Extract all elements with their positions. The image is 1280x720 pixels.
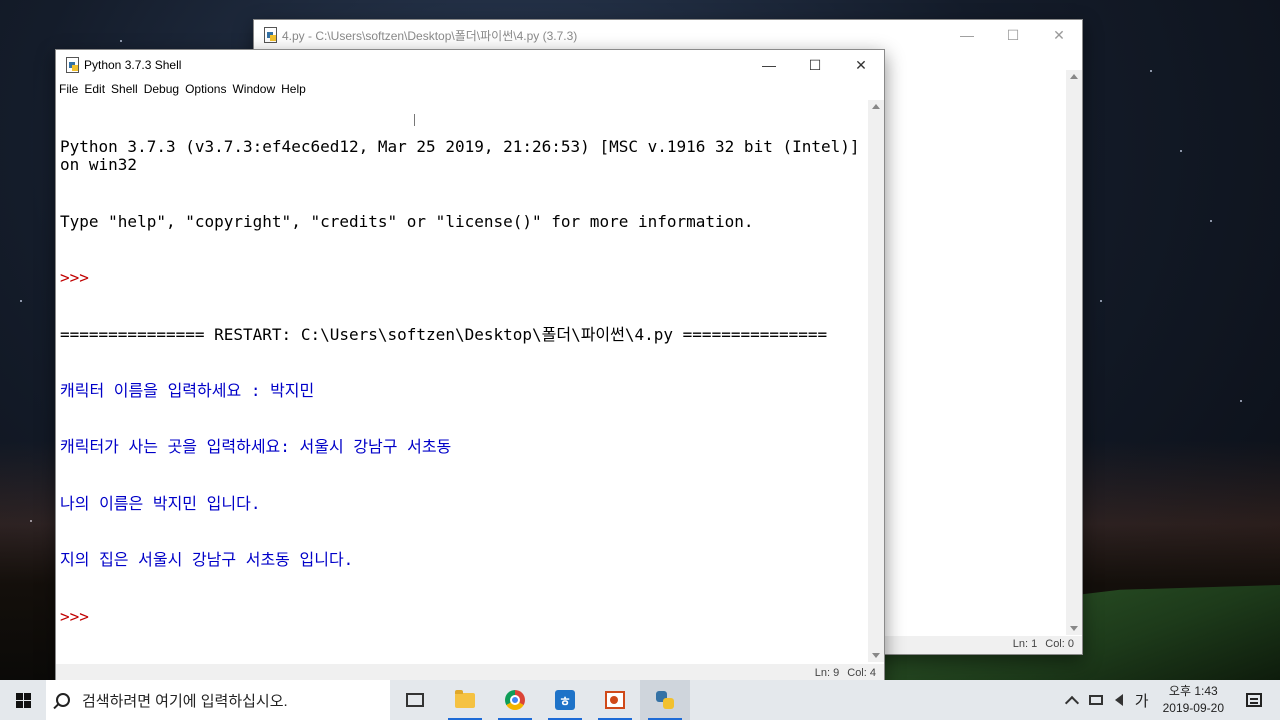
python-file-icon [64, 57, 80, 73]
editor-status-col: Col: 0 [1045, 638, 1074, 650]
shell-prompt: >>> [60, 268, 99, 288]
python-file-icon [262, 27, 278, 43]
scroll-down-icon[interactable] [1070, 626, 1078, 631]
start-button[interactable] [0, 680, 46, 720]
shell-prompt[interactable]: >>> [60, 607, 864, 627]
shell-line: 캐릭터 이름을 입력하세요 : 박지민 [60, 380, 315, 400]
task-view-icon [406, 693, 424, 707]
task-view-button[interactable] [390, 680, 440, 720]
shell-line: 나의 이름은 박지민 입니다. [60, 493, 261, 513]
menu-shell[interactable]: Shell [108, 80, 141, 100]
ime-indicator[interactable]: 가 [1135, 690, 1149, 711]
chrome-icon [505, 690, 525, 710]
editor-title: 4.py - C:\Users\softzen\Desktop\폴더\파이썬\4… [282, 28, 578, 43]
scroll-up-icon[interactable] [872, 104, 880, 109]
folder-icon [455, 689, 475, 708]
shell-line: =============== RESTART: C:\Users\softze… [60, 324, 828, 344]
network-icon [1088, 695, 1103, 705]
shell-window[interactable]: Python 3.7.3 Shell — ☐ ✕ File Edit Shell… [55, 49, 885, 685]
chevron-up-icon [1064, 695, 1079, 710]
close-button[interactable]: ✕ [1036, 20, 1082, 50]
windows-logo-icon [15, 692, 31, 708]
shell-line: 지의 집은 서울시 강남구 서초동 입니다. [60, 550, 354, 570]
text-cursor-icon [414, 114, 415, 126]
shell-scrollbar[interactable] [868, 100, 884, 662]
minimize-button[interactable]: — [944, 20, 990, 50]
minimize-button[interactable]: — [746, 50, 792, 80]
taskbar-file-explorer[interactable] [440, 680, 490, 720]
menu-debug[interactable]: Debug [141, 80, 182, 100]
speaker-icon [1114, 694, 1123, 706]
taskbar-search-box[interactable]: 검색하려면 여기에 입력하십시오. [46, 680, 390, 720]
menu-window[interactable]: Window [229, 80, 278, 100]
show-hidden-icons-button[interactable] [1064, 693, 1079, 710]
menu-bar: File Edit Shell Debug Options Window Hel… [56, 80, 884, 100]
shell-line: Type "help", "copyright", "credits" or "… [60, 211, 754, 231]
search-icon [56, 693, 70, 707]
menu-file[interactable]: File [56, 80, 81, 100]
shell-output[interactable]: Python 3.7.3 (v3.7.3:ef4ec6ed12, Mar 25 … [60, 100, 864, 662]
shell-line: 캐릭터가 사는 곳을 입력하세요: 서울시 강남구 서초동 [60, 437, 452, 457]
scroll-down-icon[interactable] [872, 653, 880, 658]
hangul-icon: ㅎ [555, 690, 575, 710]
clock[interactable]: 오후 1:43 2019-09-20 [1163, 683, 1224, 717]
taskbar-python-idle[interactable] [640, 680, 690, 720]
powerpoint-icon [605, 691, 625, 709]
volume-button[interactable] [1114, 694, 1123, 706]
menu-edit[interactable]: Edit [81, 80, 108, 100]
menu-help[interactable]: Help [278, 80, 309, 100]
maximize-button[interactable]: ☐ [990, 20, 1036, 50]
notification-icon[interactable] [1246, 693, 1262, 707]
taskbar: 검색하려면 여기에 입력하십시오. ㅎ 가 오후 1:43 2019-09-20 [0, 680, 1280, 720]
clock-time: 오후 1:43 [1168, 684, 1218, 698]
editor-status-line: Ln: 1 [1012, 638, 1038, 650]
shell-titlebar[interactable]: Python 3.7.3 Shell — ☐ ✕ [56, 50, 884, 80]
taskbar-chrome[interactable] [490, 680, 540, 720]
network-button[interactable] [1088, 695, 1103, 705]
clock-date: 2019-09-20 [1162, 701, 1224, 715]
shell-status-col: Col: 4 [847, 667, 876, 679]
editor-scrollbar[interactable] [1066, 70, 1082, 635]
taskbar-hangul[interactable]: ㅎ [540, 680, 590, 720]
system-tray: 가 오후 1:43 2019-09-20 [1061, 680, 1280, 720]
shell-line: Python 3.7.3 (v3.7.3:ef4ec6ed12, Mar 25 … [60, 136, 860, 175]
shell-status-line: Ln: 9 [814, 667, 840, 679]
menu-options[interactable]: Options [182, 80, 229, 100]
editor-text-area[interactable] [884, 70, 1064, 635]
maximize-button[interactable]: ☐ [792, 50, 838, 80]
python-icon [655, 690, 675, 710]
close-button[interactable]: ✕ [838, 50, 884, 80]
editor-titlebar[interactable]: 4.py - C:\Users\softzen\Desktop\폴더\파이썬\4… [254, 20, 1082, 50]
scroll-up-icon[interactable] [1070, 74, 1078, 79]
search-placeholder: 검색하려면 여기에 입력하십시오. [82, 692, 288, 710]
shell-title: Python 3.7.3 Shell [84, 58, 182, 72]
taskbar-powerpoint[interactable] [590, 680, 640, 720]
